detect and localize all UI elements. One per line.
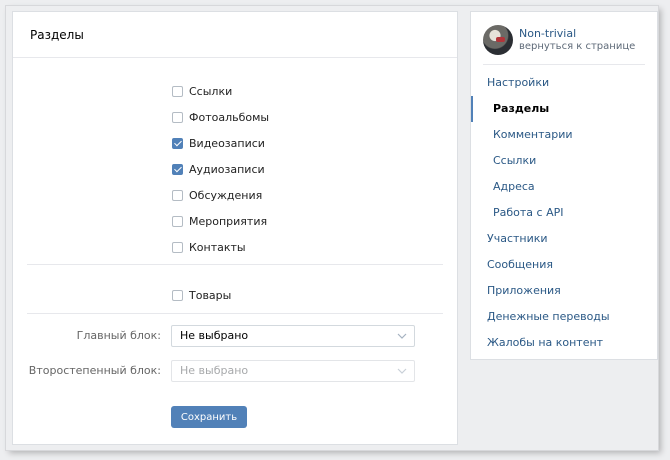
sidebar-item-api[interactable]: Работа с API [471,200,657,226]
avatar[interactable] [483,25,513,55]
checkbox-checked-icon[interactable] [172,137,183,149]
checkbox-icon[interactable] [172,289,183,301]
chevron-down-icon [397,368,407,374]
checkbox-videos[interactable]: Видеозаписи [172,130,269,156]
checkbox-goods[interactable]: Товары [172,282,231,308]
main-block-label: Главный блок: [76,329,161,342]
sidebar-item-comments[interactable]: Комментарии [471,122,657,148]
checkbox-events[interactable]: Мероприятия [172,208,269,234]
checkbox-label: Видеозаписи [189,136,265,150]
sections-checkbox-list: Ссылки Фотоальбомы Видеозаписи Аудиозапи… [172,78,269,260]
checkbox-discussions[interactable]: Обсуждения [172,182,269,208]
checkbox-audio[interactable]: Аудиозаписи [172,156,269,182]
checkbox-icon[interactable] [172,111,183,123]
secondary-block-label: Второстепенный блок: [28,364,161,377]
checkbox-label: Фотоальбомы [189,110,270,124]
page-title: Разделы [13,12,457,58]
sidebar-item-messages[interactable]: Сообщения [471,252,657,278]
select-value: Не выбрано [180,329,249,342]
back-to-page-link[interactable]: вернуться к странице [519,41,635,52]
sidebar-item-settings[interactable]: Настройки [471,70,657,96]
community-profile[interactable]: Non-trivial вернуться к странице [483,12,645,65]
checkbox-icon[interactable] [172,241,183,253]
checkbox-icon[interactable] [172,189,183,201]
checkbox-goods-container: Товары [172,282,231,308]
checkbox-contacts[interactable]: Контакты [172,234,269,260]
divider [27,313,443,314]
sidebar-item-addresses[interactable]: Адреса [471,174,657,200]
secondary-block-row: Второстепенный блок: Не выбрано [13,360,459,382]
sections-panel: Разделы Ссылки Фотоальбомы Видеозаписи А… [12,11,458,445]
checkbox-label: Ссылки [189,84,233,98]
checkbox-label: Контакты [189,240,246,254]
checkbox-icon[interactable] [172,85,183,97]
main-block-row: Главный блок: Не выбрано [13,325,459,347]
checkbox-label: Аудиозаписи [189,162,265,176]
sidebar-nav: Настройки Разделы Комментарии Ссылки Адр… [471,70,657,356]
secondary-block-select[interactable]: Не выбрано [171,360,415,382]
checkbox-label: Мероприятия [189,214,268,228]
sidebar-item-members[interactable]: Участники [471,226,657,252]
chevron-down-icon [397,333,407,339]
sidebar-item-links[interactable]: Ссылки [471,148,657,174]
checkbox-photo-albums[interactable]: Фотоальбомы [172,104,269,130]
main-block-select[interactable]: Не выбрано [171,325,415,347]
sidebar-item-money-transfers[interactable]: Денежные переводы [471,304,657,330]
settings-sidebar: Non-trivial вернуться к странице Настрой… [470,11,658,360]
checkbox-icon[interactable] [172,215,183,227]
sidebar-item-content-complaints[interactable]: Жалобы на контент [471,330,657,356]
checkbox-label: Обсуждения [189,188,263,202]
community-name[interactable]: Non-trivial [519,27,576,40]
checkbox-label: Товары [189,288,232,302]
sidebar-item-apps[interactable]: Приложения [471,278,657,304]
checkbox-links[interactable]: Ссылки [172,78,269,104]
divider [27,264,443,265]
sidebar-item-sections[interactable]: Разделы [471,96,657,122]
checkbox-checked-icon[interactable] [172,163,183,175]
save-button[interactable]: Сохранить [171,406,247,428]
select-value: Не выбрано [180,364,249,377]
